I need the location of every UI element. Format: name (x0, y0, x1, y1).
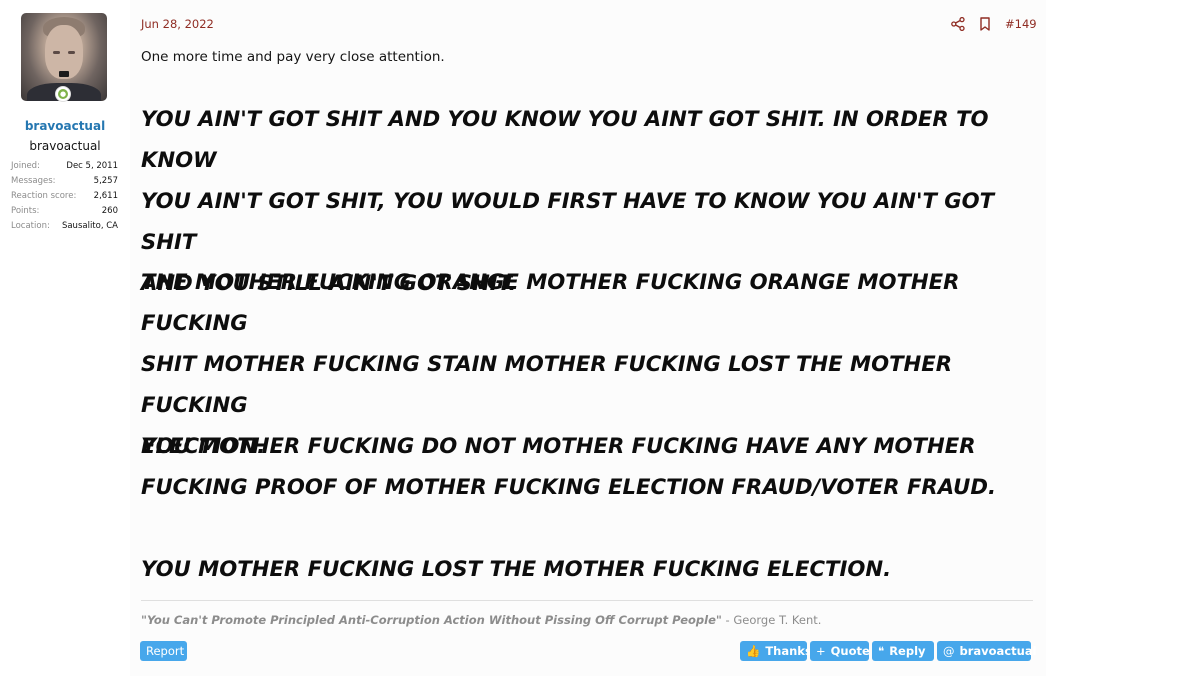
stat-points: Points: 260 (11, 204, 118, 219)
post-intro-text: One more time and pay very close attenti… (141, 49, 445, 65)
plus-icon: + (816, 644, 826, 658)
post-paragraph: YOU MOTHER FUCKING LOST THE MOTHER FUCKI… (141, 556, 892, 581)
post-date-link[interactable]: Jun 28, 2022 (141, 17, 214, 31)
stat-label: Reaction score: (11, 191, 77, 201)
signature-divider (141, 600, 1033, 601)
share-icon[interactable] (951, 17, 965, 31)
bookmark-icon[interactable] (979, 17, 991, 31)
thumbs-up-icon: 👍 (746, 644, 761, 658)
thanks-button[interactable]: 👍 Thanks (740, 641, 812, 661)
stat-label: Messages: (11, 176, 56, 186)
at-icon: @ (943, 644, 955, 658)
avatar-eye (53, 51, 60, 54)
stat-label: Points: (11, 206, 40, 216)
reply-label: Reply (889, 644, 926, 658)
stat-value: 2,611 (93, 191, 118, 201)
quote-button[interactable]: + Quote (810, 641, 870, 661)
post-paragraph: YOU MOTHER FUCKING DO NOT MOTHER FUCKING… (141, 433, 997, 499)
avatar-moustache (59, 71, 69, 77)
stat-value: Dec 5, 2011 (66, 161, 118, 171)
user-title: bravoactual (29, 139, 101, 153)
signature: "You Can't Promote Principled Anti-Corru… (141, 613, 821, 627)
reply-button[interactable]: ❝ Reply (872, 641, 934, 661)
page-right-margin (1046, 0, 1194, 676)
quote-label: Quote (830, 644, 870, 658)
stat-messages: Messages: 5,257 (11, 174, 118, 189)
avatar-eye (68, 51, 75, 54)
stat-joined: Joined: Dec 5, 2011 (11, 159, 118, 174)
stat-value: 260 (101, 206, 118, 216)
report-label: Report (146, 644, 185, 658)
stat-location: Location: Sausalito, CA (11, 219, 118, 234)
stat-value[interactable]: Sausalito, CA (62, 219, 118, 234)
stat-label: Location: (11, 221, 50, 231)
report-button[interactable]: Report (140, 641, 187, 661)
user-stats: Joined: Dec 5, 2011 Messages: 5,257 Reac… (11, 159, 118, 234)
signature-author: - George T. Kent. (721, 613, 822, 627)
stat-label: Joined: (11, 161, 40, 171)
post-number-link[interactable]: #149 (1005, 17, 1037, 31)
quote-marks-icon: ❝ (878, 644, 885, 658)
mention-label: bravoactual (959, 644, 1037, 658)
username-link[interactable]: bravoactual (0, 119, 130, 133)
stat-reaction-score: Reaction score: 2,611 (11, 189, 118, 204)
signature-quote: "You Can't Promote Principled Anti-Corru… (141, 613, 722, 627)
stat-value[interactable]: 5,257 (94, 174, 118, 189)
mention-button[interactable]: @ bravoactual (937, 641, 1037, 661)
online-status-icon: ● (55, 86, 71, 102)
thanks-label: Thanks (765, 644, 812, 658)
